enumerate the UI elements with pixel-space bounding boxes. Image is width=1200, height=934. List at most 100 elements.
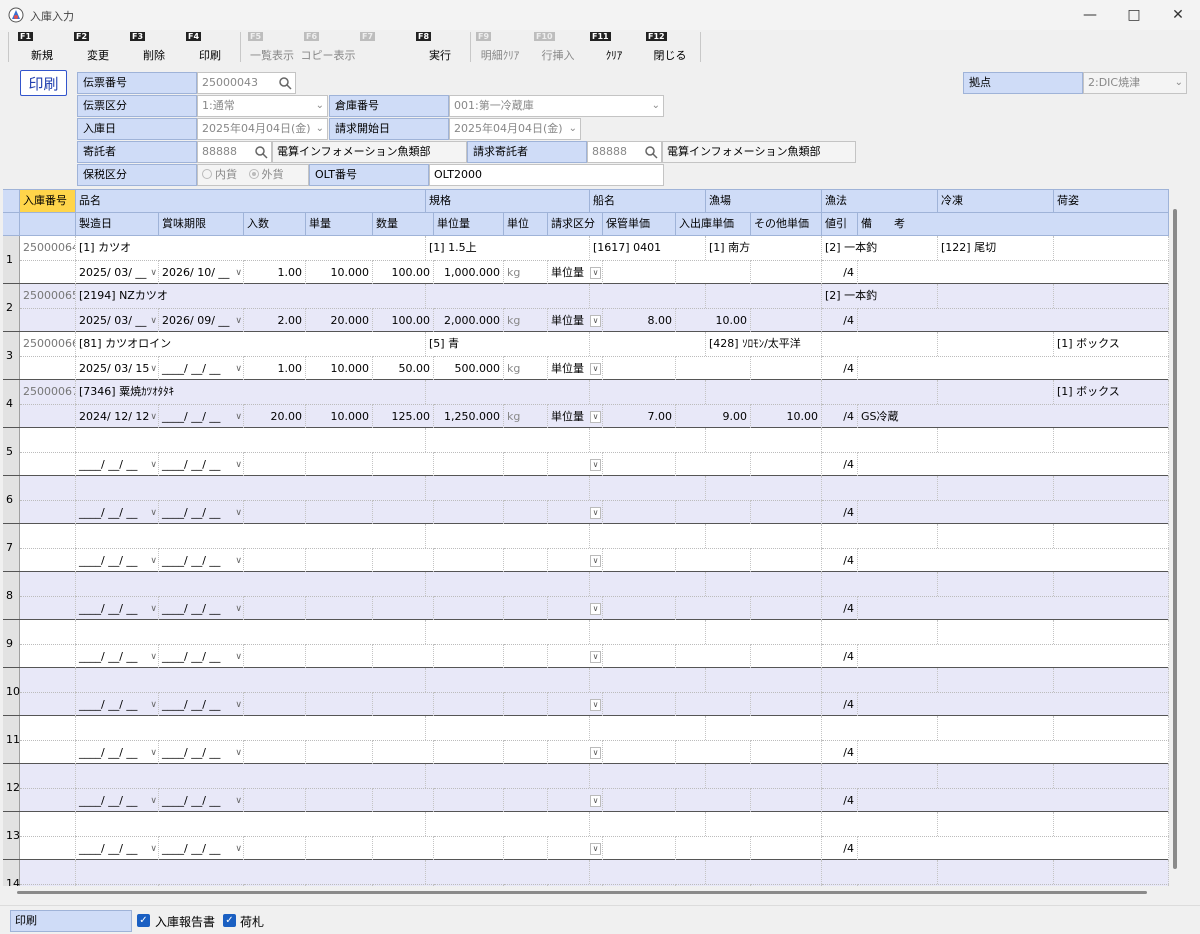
cell-exp[interactable]: ____/ __/ __ ∨ (159, 404, 244, 428)
chevron-down-icon[interactable]: ∨ (235, 309, 242, 332)
cell-remarks[interactable] (858, 260, 1169, 284)
cell-spec[interactable]: [5] 青 (426, 332, 590, 356)
cell-item[interactable] (76, 476, 426, 500)
cell-count[interactable] (373, 836, 434, 860)
olt-field[interactable]: OLT2000 (429, 164, 664, 186)
cell-unit-qty[interactable] (434, 740, 504, 764)
consignor-code-field[interactable]: 88888 (197, 141, 272, 163)
fkey-f8-button[interactable]: F8 実行 (412, 30, 468, 64)
cell-inout[interactable] (676, 548, 751, 572)
cell-unit[interactable] (504, 692, 548, 716)
chevron-down-icon[interactable]: ∨ (150, 357, 157, 380)
cell-pack[interactable] (1054, 428, 1169, 452)
radio-domestic[interactable] (202, 169, 212, 179)
cell-ship[interactable] (590, 572, 706, 596)
cell-other[interactable] (751, 260, 822, 284)
cell-id[interactable] (20, 764, 76, 788)
cell-unit-amt[interactable] (306, 596, 373, 620)
cell-empty[interactable] (20, 548, 76, 572)
table-row[interactable]: 7 ____/ __/ __ ∨ ____/ __/ __ ∨ ∨/4 (3, 524, 1169, 572)
checkbox-tag[interactable]: ✓ (223, 914, 236, 927)
cell-method[interactable] (822, 332, 938, 356)
cell-method[interactable] (822, 860, 938, 884)
chevron-down-icon[interactable]: ∨ (590, 651, 601, 663)
cell-freeze[interactable] (938, 620, 1054, 644)
chevron-down-icon[interactable]: ∨ (590, 843, 601, 855)
table-row[interactable]: 14 (3, 860, 1169, 886)
cell-count[interactable]: 125.00 (373, 404, 434, 428)
cell-ground[interactable] (706, 668, 822, 692)
cell-unit-qty[interactable]: 2,000.000 (434, 308, 504, 332)
cell-qty-in[interactable]: 1.00 (244, 356, 306, 380)
cell-spec[interactable] (426, 716, 590, 740)
fkey-f9-button[interactable]: F9 明細ｸﾘｱ (472, 30, 528, 64)
receipt-date-picker[interactable]: 2025年04月04日(金) ⌄ (197, 118, 328, 140)
table-row[interactable]: 11 ____/ __/ __ ∨ ____/ __/ __ ∨ ∨/4 (3, 716, 1169, 764)
cell-other[interactable] (751, 356, 822, 380)
chevron-down-icon[interactable]: ∨ (235, 645, 242, 668)
cell-qty-in[interactable] (244, 596, 306, 620)
cell-exp[interactable]: ____/ __/ __ ∨ (159, 548, 244, 572)
cell-remarks[interactable] (858, 692, 1169, 716)
cell-method[interactable] (822, 428, 938, 452)
table-row[interactable]: 5 ____/ __/ __ ∨ ____/ __/ __ ∨ ∨/4 (3, 428, 1169, 476)
billing-start-picker[interactable]: 2025年04月04日(金) ⌄ (449, 118, 581, 140)
cell-item[interactable] (76, 716, 426, 740)
table-row[interactable]: 6 ____/ __/ __ ∨ ____/ __/ __ ∨ ∨/4 (3, 476, 1169, 524)
cell-id[interactable] (20, 572, 76, 596)
cell-remarks[interactable] (858, 740, 1169, 764)
cell-spec[interactable] (426, 524, 590, 548)
chevron-down-icon[interactable]: ∨ (150, 789, 157, 812)
cell-method[interactable] (822, 524, 938, 548)
cell-qty-in[interactable]: 2.00 (244, 308, 306, 332)
cell-freeze[interactable] (938, 572, 1054, 596)
cell-discount[interactable]: /4 (822, 836, 858, 860)
cell-pack[interactable] (1054, 524, 1169, 548)
cell-other[interactable] (751, 788, 822, 812)
chevron-down-icon[interactable]: ∨ (590, 315, 601, 327)
chevron-down-icon[interactable]: ∨ (235, 789, 242, 812)
cell-item[interactable] (76, 572, 426, 596)
cell-pack[interactable] (1054, 668, 1169, 692)
cell-freeze[interactable] (938, 860, 1054, 884)
cell-unit-qty[interactable] (434, 788, 504, 812)
cell-id[interactable] (20, 716, 76, 740)
cell-item[interactable]: [1] カツオ (76, 236, 426, 260)
cell-empty[interactable] (20, 740, 76, 764)
chevron-down-icon[interactable]: ∨ (235, 357, 242, 380)
cell-id[interactable]: 25000067 (20, 380, 76, 404)
table-row[interactable]: 12 ____/ __/ __ ∨ ____/ __/ __ ∨ ∨/4 (3, 764, 1169, 812)
cell-item[interactable] (76, 668, 426, 692)
chevron-down-icon[interactable]: ∨ (150, 453, 157, 476)
cell-discount[interactable]: /4 (822, 308, 858, 332)
chevron-down-icon[interactable]: ∨ (590, 795, 601, 807)
cell-inout[interactable] (676, 692, 751, 716)
cell-storage[interactable] (603, 452, 676, 476)
cell-remarks[interactable] (858, 596, 1169, 620)
cell-inout[interactable]: 10.00 (676, 308, 751, 332)
cell-ground[interactable] (706, 812, 822, 836)
chevron-down-icon[interactable]: ∨ (235, 597, 242, 620)
cell-storage[interactable] (603, 356, 676, 380)
cell-bill[interactable]: ∨ (548, 596, 603, 620)
cell-unit[interactable] (504, 452, 548, 476)
cell-unit-qty[interactable] (434, 692, 504, 716)
cell-unit[interactable] (504, 596, 548, 620)
cell-storage[interactable] (603, 548, 676, 572)
fkey-f12-button[interactable]: F12 閉じる (642, 30, 698, 64)
cell-discount[interactable]: /4 (822, 356, 858, 380)
chevron-down-icon[interactable]: ∨ (590, 699, 601, 711)
chevron-down-icon[interactable]: ∨ (235, 453, 242, 476)
bill-consignor-code-field[interactable]: 88888 (587, 141, 662, 163)
cell-unit-amt[interactable] (306, 500, 373, 524)
cell-unit[interactable]: kg (504, 356, 548, 380)
cell-item[interactable] (76, 812, 426, 836)
chevron-down-icon[interactable]: ∨ (150, 261, 157, 284)
cell-discount[interactable]: /4 (822, 740, 858, 764)
cell-unit-qty[interactable] (434, 548, 504, 572)
cell-unit-amt[interactable] (306, 836, 373, 860)
cell-mfg[interactable]: 2025/ 03/ 15 ∨ (76, 356, 159, 380)
cell-qty-in[interactable] (244, 692, 306, 716)
cell-bill[interactable]: ∨ (548, 836, 603, 860)
cell-qty-in[interactable] (244, 500, 306, 524)
